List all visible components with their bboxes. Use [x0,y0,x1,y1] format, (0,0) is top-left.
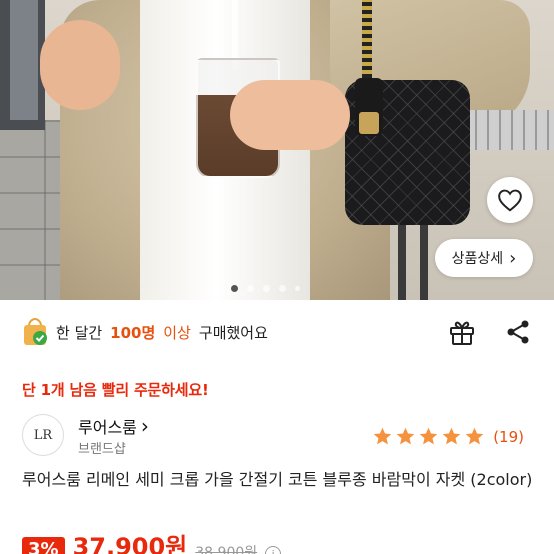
stock-urgency-notice: 단 1개 남음 빨리 주문하세요! [22,379,209,400]
shop-logo[interactable]: LR [22,414,64,456]
chevron-right-icon: › [509,247,517,269]
star-icon [419,427,438,445]
share-icon[interactable] [504,318,532,346]
carousel-dot[interactable] [247,285,254,292]
chevron-right-icon: › [140,414,149,438]
product-image[interactable]: 상품상세 › [0,0,554,300]
star-icon [396,427,415,445]
photo-pole [420,225,428,300]
purchase-count-notice: 한 달간 100명 이상 구매했어요 [22,316,268,348]
purchase-count: 100명 [110,323,156,342]
photo-pole [398,225,406,300]
carousel-dot[interactable] [295,286,300,291]
original-price: 38,900원 [195,545,258,554]
carousel-dot[interactable] [231,285,238,292]
carousel-dot[interactable] [263,285,270,292]
photo-hand [40,20,120,110]
discount-badge: 3% [22,537,65,554]
product-title: 루어스룸 리메인 세미 크롭 가을 간절기 코튼 블루종 바람막이 자켓 (2c… [22,470,533,489]
rating[interactable]: (19) [372,426,524,447]
gift-icon[interactable] [448,318,476,346]
star-icon [442,427,461,445]
star-icon [465,427,484,445]
purchase-middle: 이상 [163,323,191,342]
urgency-count: 1개 [40,381,65,399]
urgency-prefix: 단 [22,381,36,399]
shop-info[interactable]: LR 루어스룸 › 브랜드샵 (19) [22,414,532,460]
shop-name-link[interactable]: 루어스룸 › [78,414,149,438]
shopping-bag-check-icon [24,318,47,345]
photo-bench [465,110,554,150]
purchase-suffix: 구매했어요 [198,323,268,342]
carousel-dot[interactable] [279,285,286,292]
star-icon [373,427,392,445]
shop-name: 루어스룸 [78,418,137,437]
photo-door-panel [10,0,38,120]
photo-hand [230,80,350,150]
purchase-prefix: 한 달간 [56,323,103,342]
carousel-indicator [231,285,300,292]
photo-watch-face [359,112,379,134]
price-row: 3% 37,900원 38,900원 i [22,533,282,554]
photo-bag-strap [362,0,372,90]
product-detail-button[interactable]: 상품상세 › [435,239,533,277]
sale-price: 37,900원 [72,533,188,554]
heart-outline-icon [498,189,522,212]
shop-type: 브랜드샵 [78,442,126,457]
product-detail-label: 상품상세 [451,251,504,267]
info-icon[interactable]: i [265,546,282,554]
shop-logo-text: LR [33,427,53,443]
wishlist-button[interactable] [487,177,533,223]
review-count[interactable]: (19) [493,428,524,446]
urgency-suffix: 남음 빨리 주문하세요! [69,381,209,399]
